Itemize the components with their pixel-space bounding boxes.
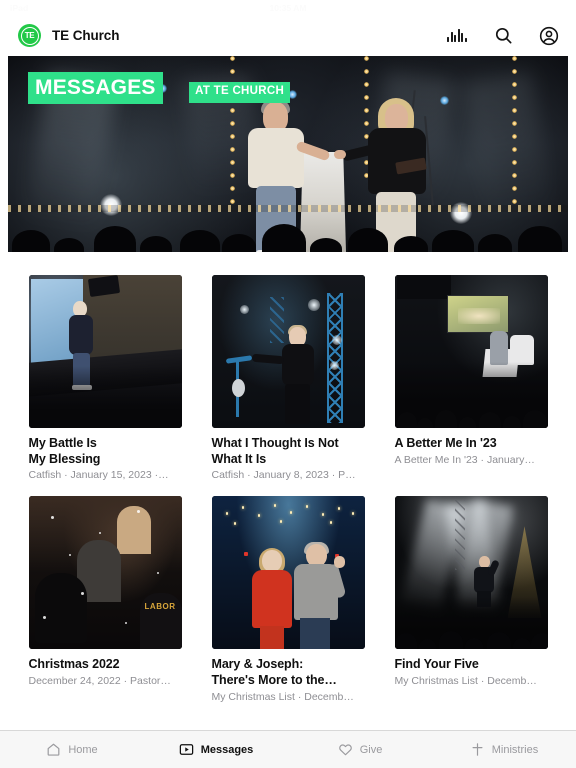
app-header: TE TE Church bbox=[0, 15, 576, 56]
message-title-line1: Find Your Five bbox=[394, 657, 479, 672]
message-meta: A Better Me In '23 · January… bbox=[394, 453, 535, 466]
message-title-line1: My Battle Is bbox=[28, 436, 97, 450]
tab-label: Ministries bbox=[491, 743, 539, 756]
equalizer-icon[interactable] bbox=[446, 25, 468, 47]
hero-subtitle: AT TE CHURCH bbox=[189, 82, 291, 103]
app-title: TE Church bbox=[52, 28, 120, 43]
hero-text-overlay: MESSAGES AT TE CHURCH bbox=[28, 72, 291, 104]
hero-banner[interactable]: MESSAGES AT TE CHURCH bbox=[8, 56, 568, 252]
message-title: My Battle Is My Blessing bbox=[29, 436, 182, 467]
brand[interactable]: TE TE Church bbox=[18, 24, 119, 47]
heart-icon bbox=[338, 742, 353, 757]
message-card[interactable]: What I Thought Is Not What It Is Catfish… bbox=[211, 275, 365, 482]
message-title: Mary & Joseph: There's More to the… bbox=[212, 657, 365, 688]
message-title-line2: What It Is bbox=[211, 451, 267, 466]
message-thumbnail[interactable] bbox=[211, 275, 365, 428]
message-thumbnail[interactable] bbox=[28, 275, 182, 428]
message-meta: Catfish · January 15, 2023 ·… bbox=[28, 469, 169, 482]
message-title-line1: Christmas 2022 bbox=[28, 657, 120, 672]
search-icon[interactable] bbox=[492, 25, 514, 47]
message-meta: My Christmas List · Decemb… bbox=[211, 690, 354, 703]
tab-label: Home bbox=[68, 743, 98, 756]
message-card[interactable]: Find Your Five My Christmas List · Decem… bbox=[394, 496, 548, 703]
message-card[interactable]: A Better Me In '23 A Better Me In '23 · … bbox=[394, 275, 548, 482]
message-title: Find Your Five bbox=[395, 657, 548, 673]
message-title-line1: A Better Me In '23 bbox=[394, 436, 497, 450]
tab-label: Give bbox=[359, 743, 383, 756]
message-title-line2: My Blessing bbox=[28, 451, 101, 466]
message-title: A Better Me In '23 bbox=[395, 436, 548, 452]
app-window: iPad 10:35 AM TE TE Church MESSAGES AT T… bbox=[0, 0, 576, 768]
status-bar: iPad 10:35 AM bbox=[0, 0, 576, 15]
bottom-tab-bar: Home Messages Give Ministries bbox=[0, 730, 576, 768]
messages-icon bbox=[179, 742, 194, 757]
tab-messages[interactable]: Messages bbox=[144, 731, 288, 768]
message-thumbnail[interactable] bbox=[394, 496, 548, 650]
hero-audience bbox=[8, 206, 568, 252]
thumbnail-text: LABOR bbox=[144, 602, 176, 612]
tab-ministries[interactable]: Ministries bbox=[432, 731, 576, 768]
messages-content: My Battle Is My Blessing Catfish · Janua… bbox=[0, 252, 576, 730]
tab-give[interactable]: Give bbox=[288, 731, 432, 768]
logo-initials: TE bbox=[24, 31, 35, 40]
message-card[interactable]: Mary & Joseph: There's More to the… My C… bbox=[211, 496, 365, 703]
message-thumbnail[interactable]: LABOR bbox=[28, 496, 182, 650]
message-thumbnail[interactable] bbox=[211, 496, 365, 650]
hero-section: MESSAGES AT TE CHURCH bbox=[0, 56, 576, 252]
message-title-line1: What I Thought Is Not bbox=[211, 436, 339, 450]
tab-home[interactable]: Home bbox=[0, 731, 144, 768]
message-card[interactable]: My Battle Is My Blessing Catfish · Janua… bbox=[28, 275, 182, 482]
hero-title: MESSAGES bbox=[28, 72, 163, 104]
cross-icon bbox=[470, 742, 485, 757]
account-icon[interactable] bbox=[538, 25, 560, 47]
message-title: Christmas 2022 bbox=[29, 657, 182, 673]
te-church-logo-icon: TE bbox=[18, 24, 41, 47]
home-icon bbox=[46, 742, 61, 757]
message-title-line2: There's More to the… bbox=[211, 673, 337, 687]
message-title: What I Thought Is Not What It Is bbox=[212, 436, 365, 467]
message-card[interactable]: LABOR Christmas 2022 December 24, 2022 · bbox=[28, 496, 182, 703]
message-meta: Catfish · January 8, 2023 · P… bbox=[211, 469, 356, 482]
message-meta: My Christmas List · Decemb… bbox=[394, 675, 537, 687]
message-meta: December 24, 2022 · Pastor… bbox=[28, 675, 171, 687]
tab-label: Messages bbox=[200, 743, 254, 756]
message-thumbnail[interactable] bbox=[394, 275, 548, 428]
messages-grid: My Battle Is My Blessing Catfish · Janua… bbox=[0, 275, 576, 704]
status-bar-time: 10:35 AM bbox=[269, 2, 307, 13]
equalizer-bars bbox=[447, 29, 467, 42]
header-actions bbox=[446, 25, 560, 47]
message-title-line1: Mary & Joseph: bbox=[211, 657, 304, 672]
